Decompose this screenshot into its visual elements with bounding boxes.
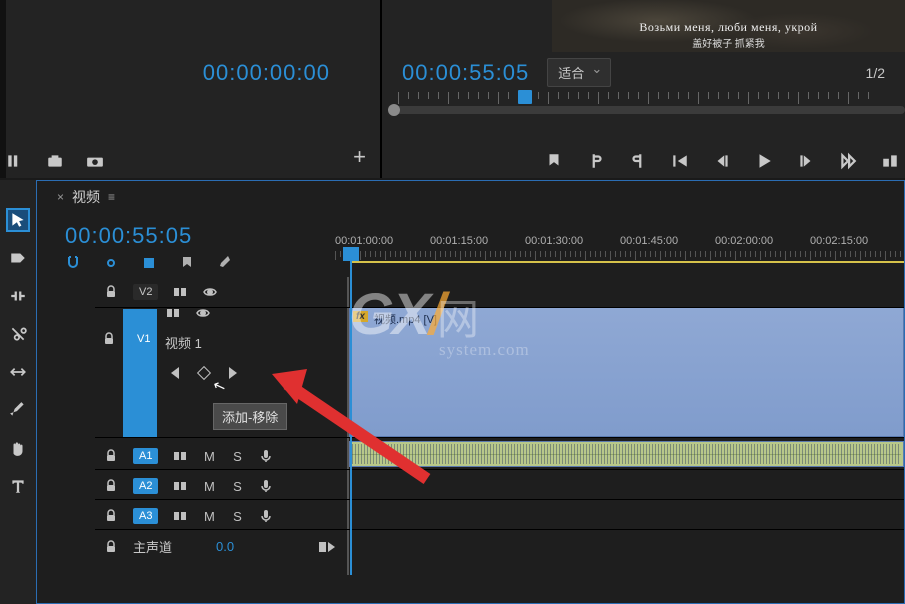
zoom-level[interactable]: 1/2: [866, 65, 885, 81]
prev-keyframe-icon[interactable]: [171, 367, 179, 379]
scrub-knob[interactable]: [388, 104, 400, 116]
go-to-in-icon[interactable]: [671, 152, 689, 170]
a1-voice-icon[interactable]: [258, 448, 274, 464]
marker-icon[interactable]: [545, 152, 563, 170]
a1-mute[interactable]: M: [202, 449, 216, 464]
timeline-marker-icon[interactable]: [179, 255, 195, 271]
type-tool[interactable]: [8, 476, 28, 496]
hand-tool[interactable]: [8, 438, 28, 458]
timeline-ruler[interactable]: 00:01:00:00 00:01:15:00 00:01:30:00 00:01:4…: [335, 235, 904, 261]
master-track-header[interactable]: 主声道 0.0: [95, 537, 349, 556]
ruler-label: 00:02:15:00: [810, 235, 868, 247]
a2-solo[interactable]: S: [230, 479, 244, 494]
track-a3-header[interactable]: A3 M S: [95, 501, 349, 531]
track-a2-header[interactable]: A2 M S: [95, 471, 349, 501]
a3-solo[interactable]: S: [230, 509, 244, 524]
a3-voice-icon[interactable]: [258, 508, 274, 524]
step-forward-icon[interactable]: [797, 152, 815, 170]
toggle-output-icon[interactable]: [202, 284, 218, 300]
timeline-playhead-line[interactable]: [350, 261, 352, 575]
sync-lock-icon[interactable]: [172, 284, 188, 300]
timeline-panel: × 视频 ≡ 00:00:55:05 00:01:00:00 00:01:15:0…: [36, 180, 905, 604]
subtitle-line-2: 盖好被子 抓紧我: [692, 35, 765, 50]
track-a1-header[interactable]: A1 M S: [95, 441, 349, 471]
settings-icon[interactable]: [217, 255, 233, 271]
master-label: 主声道: [133, 537, 172, 556]
program-scrubber[interactable]: [398, 92, 905, 124]
a2-label[interactable]: A2: [133, 478, 158, 494]
a1-sync-icon[interactable]: [172, 448, 188, 464]
selection-tool[interactable]: [8, 210, 28, 230]
go-to-out-icon[interactable]: [839, 152, 857, 170]
step-back-icon[interactable]: [713, 152, 731, 170]
subtitle-line-1: Возьми меня, люби меня, укрой: [639, 20, 817, 35]
snap-icon[interactable]: [65, 255, 81, 271]
ruler-label: 00:01:00:00: [335, 235, 393, 247]
timeline-timecode[interactable]: 00:00:55:05: [65, 223, 192, 249]
tooltip: 添加-移除: [213, 403, 287, 430]
v1-track-name: 视频 1: [165, 333, 202, 352]
ripple-edit-tool[interactable]: [8, 286, 28, 306]
a1-lock-icon[interactable]: [103, 448, 119, 464]
timeline-playhead-handle[interactable]: [343, 247, 359, 261]
fit-dropdown[interactable]: 适合: [547, 58, 611, 87]
audio-clip[interactable]: [349, 441, 904, 467]
ruler-label: 00:01:15:00: [430, 235, 488, 247]
close-tab-icon[interactable]: ×: [57, 190, 64, 204]
pen-tool[interactable]: [8, 400, 28, 420]
v1-source-patch[interactable]: [123, 309, 157, 437]
program-monitor: Возьми меня, люби меня, укрой 盖好被子 抓紧我 0…: [382, 0, 905, 178]
add-marker-icon[interactable]: [141, 255, 157, 271]
fx-badge[interactable]: fx: [353, 311, 368, 322]
slip-tool[interactable]: [8, 362, 28, 382]
program-playhead[interactable]: [518, 90, 532, 104]
master-play-icon[interactable]: [328, 542, 335, 552]
master-lock-icon[interactable]: [103, 539, 119, 555]
v1-label[interactable]: V1: [131, 331, 156, 347]
a2-mute[interactable]: M: [202, 479, 216, 494]
ruler-label: 00:01:45:00: [620, 235, 678, 247]
sequence-tab[interactable]: 视频: [72, 187, 100, 207]
track-v2-header[interactable]: V2: [95, 277, 349, 307]
razor-tool[interactable]: [8, 324, 28, 344]
lift-icon[interactable]: [881, 152, 899, 170]
in-point-icon[interactable]: [587, 152, 605, 170]
clip-name: 视频.mp4 [V]: [374, 311, 437, 327]
tool-palette: [0, 180, 36, 604]
camera-icon[interactable]: [86, 152, 104, 170]
play-icon[interactable]: [755, 152, 773, 170]
video-preview: Возьми меня, люби меня, укрой 盖好被子 抓紧我: [552, 0, 905, 52]
work-area-bar[interactable]: [351, 261, 904, 263]
a3-label[interactable]: A3: [133, 508, 158, 524]
source-timecode[interactable]: 00:00:00:00: [203, 60, 330, 86]
a2-sync-icon[interactable]: [172, 478, 188, 494]
a3-mute[interactable]: M: [202, 509, 216, 524]
a2-voice-icon[interactable]: [258, 478, 274, 494]
out-point-icon[interactable]: [629, 152, 647, 170]
v1-lock-icon[interactable]: [101, 331, 117, 347]
linked-selection-icon[interactable]: [103, 255, 119, 271]
lock-icon[interactable]: [103, 284, 119, 300]
track-select-tool[interactable]: [8, 248, 28, 268]
v2-label[interactable]: V2: [133, 284, 158, 300]
add-remove-keyframe-icon[interactable]: [197, 366, 211, 380]
export-frame-icon[interactable]: [46, 152, 64, 170]
source-monitor: 00:00:00:00 +: [0, 0, 382, 178]
next-keyframe-icon[interactable]: [229, 367, 237, 379]
ruler-label: 00:02:00:00: [715, 235, 773, 247]
a3-sync-icon[interactable]: [172, 508, 188, 524]
master-value[interactable]: 0.0: [216, 539, 234, 554]
source-btn-1[interactable]: [6, 152, 24, 170]
add-button[interactable]: +: [353, 144, 366, 170]
a1-label[interactable]: A1: [133, 448, 158, 464]
program-timecode[interactable]: 00:00:55:05: [402, 60, 529, 86]
panel-menu-icon[interactable]: ≡: [108, 190, 118, 204]
a1-solo[interactable]: S: [230, 449, 244, 464]
ruler-label: 00:01:30:00: [525, 235, 583, 247]
a2-lock-icon[interactable]: [103, 478, 119, 494]
a3-lock-icon[interactable]: [103, 508, 119, 524]
video-clip[interactable]: fx 视频.mp4 [V]: [349, 307, 904, 437]
